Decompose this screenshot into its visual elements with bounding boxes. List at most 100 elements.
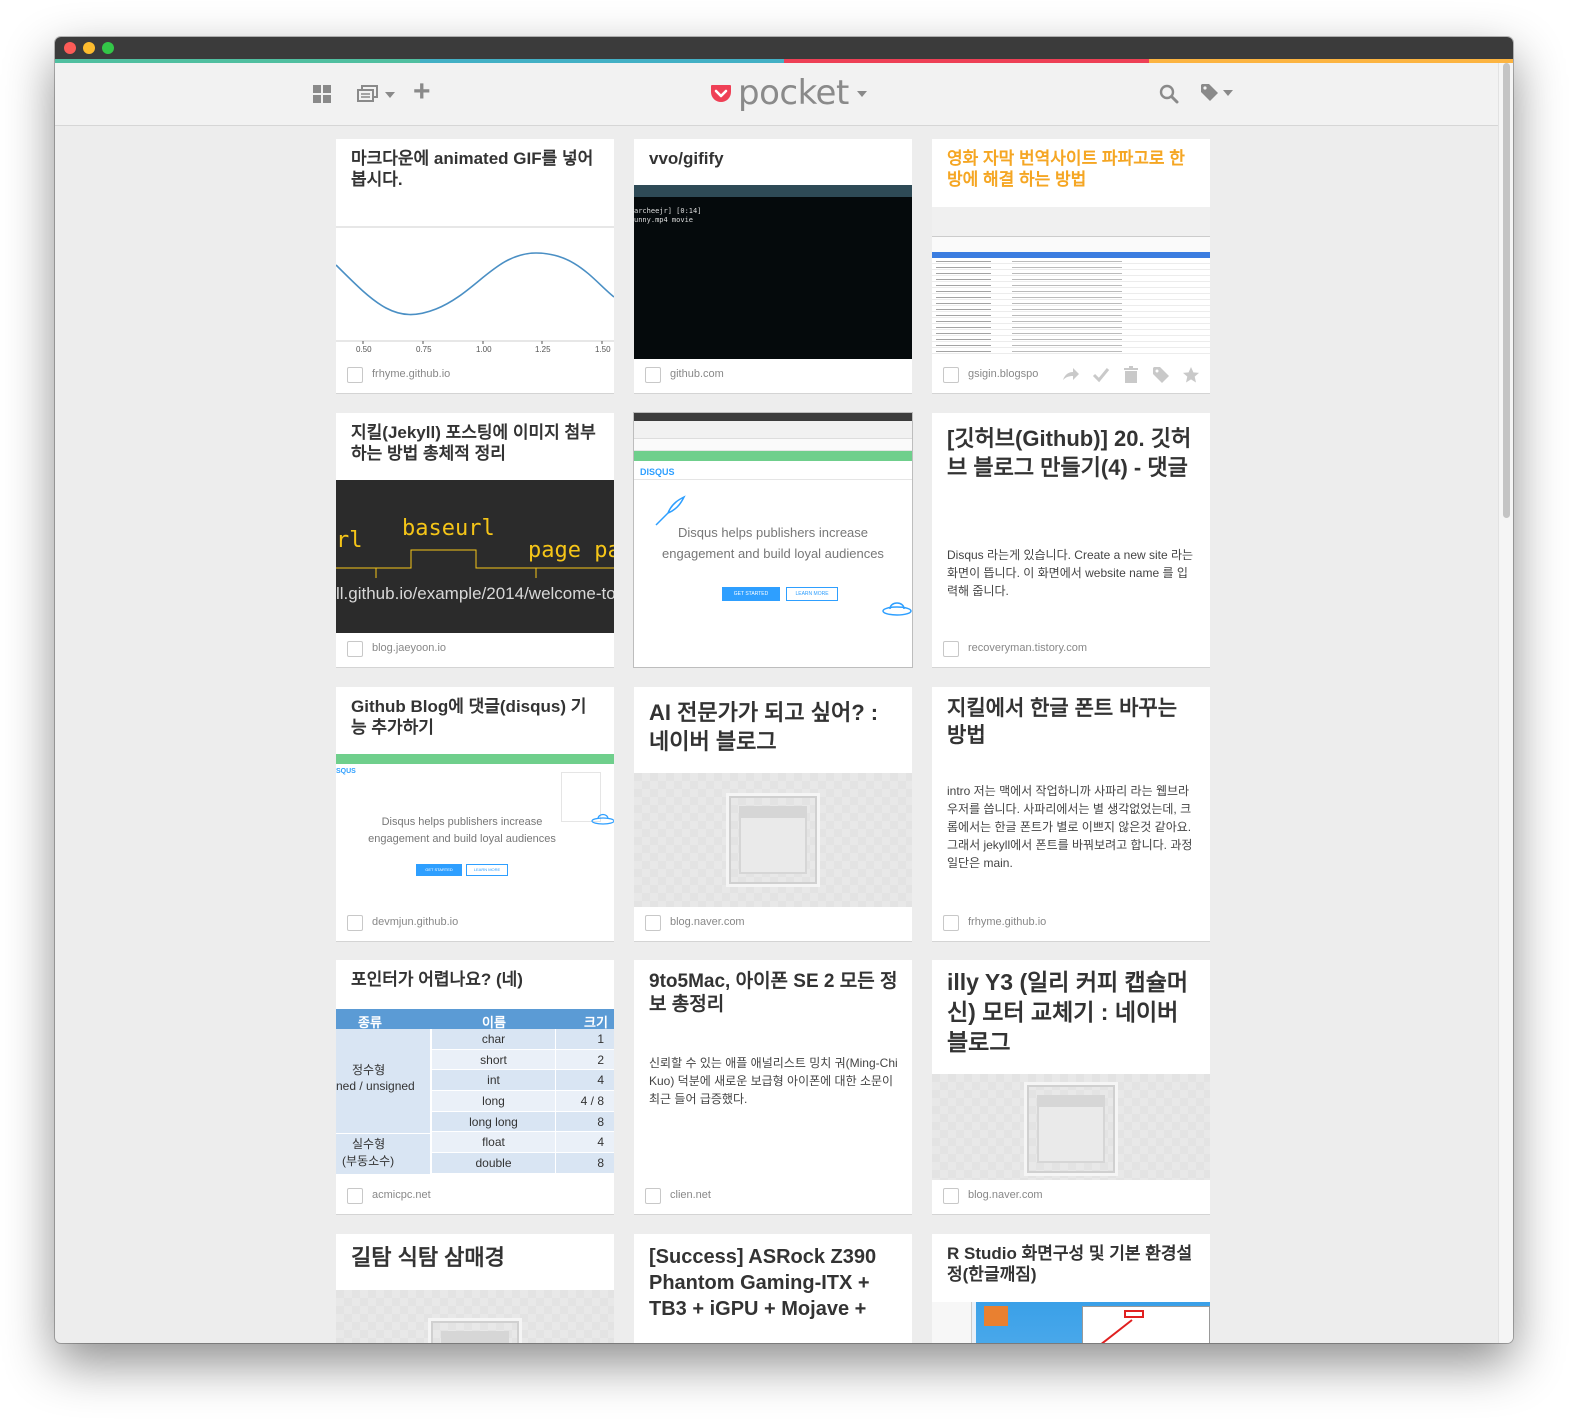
item-title[interactable]: 길탐 식탐 삼매경 (351, 1244, 600, 1273)
select-checkbox[interactable] (943, 367, 959, 383)
placeholder-icon (726, 793, 820, 887)
rocket-icon (655, 495, 686, 526)
select-checkbox[interactable] (645, 915, 661, 931)
select-checkbox[interactable] (347, 915, 363, 931)
pocket-logo[interactable]: pocket (710, 73, 867, 113)
item-card[interactable]: [Success] ASRock Z390 Phantom Gaming-ITX… (634, 1234, 912, 1343)
select-checkbox[interactable] (645, 367, 661, 383)
select-checkbox[interactable] (943, 641, 959, 657)
image-placeholder (634, 773, 912, 907)
chevron-down-icon[interactable] (856, 91, 867, 97)
item-footer: github.com (634, 357, 912, 393)
item-card[interactable]: [깃허브(Github)] 20. 깃허브 블로그 만들기(4) - 댓글 Di… (932, 413, 1210, 667)
select-checkbox[interactable] (645, 1188, 661, 1204)
item-card[interactable]: 마크다운에 animated GIF를 넣어 봅시다. 0.50 0.75 1.… (336, 139, 614, 393)
item-title[interactable]: Github Blog에 댓글(disqus) 기능 추가하기 (351, 697, 600, 738)
item-title[interactable]: 영화 자막 번역사이트 파파고로 한방에 해결 하는 방법 (947, 149, 1196, 190)
select-checkbox[interactable] (347, 367, 363, 383)
item-title[interactable]: 지킬(Jekyll) 포스팅에 이미지 첨부하는 방법 총체적 정리 (351, 423, 600, 464)
item-card[interactable]: 지킬(Jekyll) 포스팅에 이미지 첨부하는 방법 총체적 정리 rl ba… (336, 413, 614, 667)
select-checkbox[interactable] (347, 641, 363, 657)
type-name-cell: float (432, 1132, 556, 1153)
item-footer: blog.naver.com (932, 1178, 1210, 1214)
item-card[interactable]: R Studio 화면구성 및 기본 환경설정(한글깨짐) (932, 1234, 1210, 1343)
item-card[interactable]: illy Y3 (일리 커피 캡슐머신) 모터 교체기 : 네이버 블로그 bl… (932, 960, 1210, 1214)
select-checkbox[interactable] (347, 1188, 363, 1204)
item-domain[interactable]: clien.net (670, 1189, 711, 1201)
close-window-button[interactable] (64, 42, 76, 54)
item-title[interactable]: vvo/gifify (649, 149, 898, 170)
item-domain[interactable]: devmjun.github.io (372, 916, 458, 928)
search-icon[interactable] (1159, 84, 1179, 109)
add-icon[interactable]: + (413, 77, 431, 107)
item-card[interactable]: AI 전문가가 되고 싶어? : 네이버 블로그 blog.naver.com (634, 687, 912, 941)
table-row: char 1 (432, 1029, 614, 1050)
delete-icon[interactable] (1122, 366, 1140, 384)
tag-icon[interactable] (1152, 366, 1170, 384)
disqus-logo: DISQUS (640, 467, 675, 477)
item-domain[interactable]: blog.naver.com (968, 1189, 1043, 1201)
item-title[interactable]: illy Y3 (일리 커피 캡슐머신) 모터 교체기 : 네이버 블로그 (947, 968, 1196, 1058)
share-icon[interactable] (1062, 366, 1080, 384)
subtitle-editor-thumbnail (932, 207, 1210, 357)
select-checkbox[interactable] (943, 915, 959, 931)
axis-tick-label: 0.75 (416, 345, 432, 354)
item-title[interactable]: 마크다운에 animated GIF를 넣어 봅시다. (351, 149, 600, 190)
scrollbar-thumb[interactable] (1503, 63, 1510, 518)
get-started-button: GET STARTED (722, 587, 780, 601)
grid-view-icon[interactable] (313, 85, 331, 103)
item-title[interactable]: AI 전문가가 되고 싶어? : 네이버 블로그 (649, 699, 898, 756)
item-card[interactable]: 포인터가 어렵나요? (네) 종류 이름 크기 정수형 ned / unsign… (336, 960, 614, 1214)
favorite-star-icon[interactable] (1182, 366, 1200, 384)
item-domain[interactable]: gsigin.blogspo (968, 368, 1038, 380)
type-name-cell: long long (432, 1111, 556, 1132)
type-size-cell: 4 (597, 1073, 604, 1088)
item-footer: clien.net (634, 1178, 912, 1214)
item-title[interactable]: [Success] ASRock Z390 Phantom Gaming-ITX… (649, 1244, 898, 1322)
disqus-headline: engagement and build loyal audiences (662, 546, 884, 561)
type-size-cell: 4 (597, 1135, 604, 1150)
tag-icon[interactable] (1200, 83, 1233, 108)
item-card[interactable]: 길탐 식탐 삼매경 (336, 1234, 614, 1343)
item-title[interactable]: 포인터가 어렵나요? (네) (351, 970, 600, 991)
item-domain[interactable]: github.com (670, 368, 724, 380)
item-card[interactable]: DISQUS Disqus helps publishers increase … (634, 413, 912, 667)
ufo-icon (882, 602, 912, 616)
placeholder-icon (1024, 1082, 1118, 1176)
item-card[interactable]: 지킬에서 한글 폰트 바꾸는 방법 intro 저는 맥에서 작업하니까 사파리… (932, 687, 1210, 941)
item-footer: acmicpc.net (336, 1178, 614, 1214)
chevron-down-icon (385, 92, 395, 98)
item-domain[interactable]: blog.jaeyoon.io (372, 642, 446, 654)
archive-check-icon[interactable] (1092, 366, 1110, 384)
minimize-window-button[interactable] (83, 42, 95, 54)
image-placeholder (932, 1074, 1210, 1180)
group-label: ned / unsigned (336, 1079, 415, 1093)
ufo-icon (591, 813, 614, 825)
item-card[interactable]: Github Blog에 댓글(disqus) 기능 추가하기 SQUS Dis… (336, 687, 614, 941)
type-name-cell: double (432, 1153, 556, 1173)
item-footer: devmjun.github.io (336, 905, 614, 941)
item-actions (1062, 366, 1200, 384)
title-bar (55, 37, 1513, 59)
item-domain[interactable]: blog.naver.com (670, 916, 745, 928)
list-view-icon[interactable] (357, 85, 395, 103)
code-thumbnail: rl baseurl page pa ll.github.io/example/… (336, 480, 614, 633)
item-domain[interactable]: frhyme.github.io (968, 916, 1046, 928)
scrollbar[interactable] (1498, 63, 1513, 1343)
table-row: short 2 (432, 1049, 614, 1071)
item-domain[interactable]: frhyme.github.io (372, 368, 450, 380)
select-checkbox[interactable] (943, 1188, 959, 1204)
item-card[interactable]: 9to5Mac, 아이폰 SE 2 모든 정보 총정리 신뢰할 수 있는 애플 … (634, 960, 912, 1214)
group-label: (부동소수) (342, 1154, 395, 1168)
item-footer: frhyme.github.io (932, 905, 1210, 941)
item-title[interactable]: 9to5Mac, 아이폰 SE 2 모든 정보 총정리 (649, 970, 898, 1016)
item-title[interactable]: 지킬에서 한글 폰트 바꾸는 방법 (947, 695, 1196, 750)
item-excerpt: Disqus 라는게 있습니다. Create a new site 라는 화면… (947, 548, 1194, 598)
item-title[interactable]: R Studio 화면구성 및 기본 환경설정(한글깨짐) (947, 1244, 1196, 1285)
item-domain[interactable]: recoveryman.tistory.com (968, 642, 1087, 654)
zoom-window-button[interactable] (102, 42, 114, 54)
item-domain[interactable]: acmicpc.net (372, 1189, 431, 1201)
item-card[interactable]: 영화 자막 번역사이트 파파고로 한방에 해결 하는 방법 gsigin.blo… (932, 139, 1210, 393)
item-card[interactable]: vvo/gifify archeejr] [0:14] unny.mp4 mov… (634, 139, 912, 393)
item-title[interactable]: [깃허브(Github)] 20. 깃허브 블로그 만들기(4) - 댓글 (947, 425, 1196, 482)
